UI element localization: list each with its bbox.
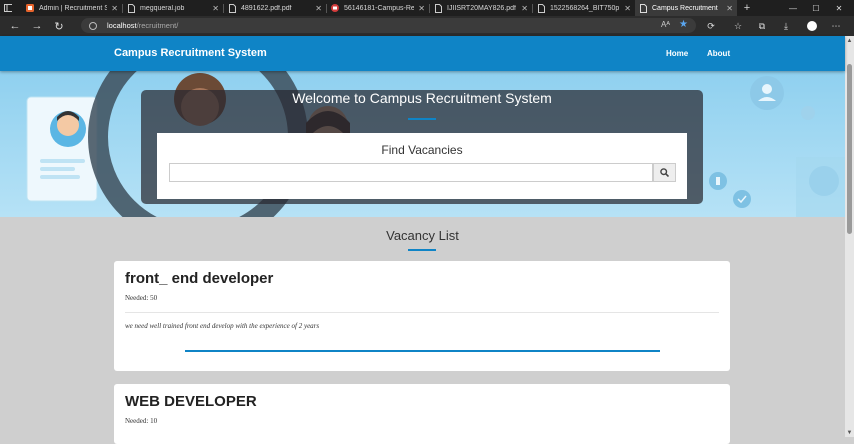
- tab-megqueral[interactable]: megqueral.job ✕: [123, 0, 223, 16]
- hero-banner: Welcome to Campus Recruitment System Fin…: [0, 71, 845, 217]
- scroll-down-icon[interactable]: ▼: [845, 428, 854, 437]
- close-icon[interactable]: ✕: [418, 4, 425, 13]
- vacancy-needed: Needed: 50: [125, 294, 158, 302]
- search-icon: [660, 168, 669, 177]
- downloads-button[interactable]: ⤓: [774, 16, 798, 36]
- hero-title: Welcome to Campus Recruitment System: [292, 90, 552, 106]
- collections-icon: ⧉: [758, 20, 766, 31]
- browser-tab-bar: Admin | Recruitment S ✕ megqueral.job ✕ …: [0, 0, 854, 16]
- vacancy-list-underline: [408, 249, 436, 251]
- card-divider: [125, 312, 719, 313]
- tab-label: 1522568264_BIT750p: [550, 4, 620, 12]
- file-icon: [434, 3, 442, 13]
- url-host: localhost: [107, 21, 137, 30]
- more-icon: ⋯: [831, 20, 841, 31]
- pdf-red-icon: [331, 4, 339, 13]
- favorites-button[interactable]: ☆: [726, 16, 750, 36]
- tab-label: Admin | Recruitment S: [39, 4, 108, 12]
- nav-home-link[interactable]: Home: [666, 49, 688, 58]
- menu-button[interactable]: ⋯: [824, 16, 848, 36]
- tab-campus-pdf[interactable]: 56146181-Campus-Re ✕: [327, 0, 429, 16]
- forward-button[interactable]: →: [26, 16, 48, 36]
- tab-ijiisrt[interactable]: IJIISRT20MAY826.pdf ✕: [430, 0, 532, 16]
- collections-button[interactable]: ⧉: [750, 16, 774, 36]
- tab-pdf-4891622[interactable]: 4891622.pdf.pdf ✕: [224, 0, 326, 16]
- close-icon: ✕: [835, 3, 843, 13]
- file-icon: [228, 3, 236, 13]
- close-icon[interactable]: ✕: [111, 4, 118, 13]
- site-brand[interactable]: Campus Recruitment System: [114, 47, 267, 59]
- vacancy-list-title: Vacancy List: [386, 228, 459, 243]
- file-icon: [639, 3, 647, 13]
- close-icon[interactable]: ✕: [521, 4, 528, 13]
- vacancy-needed: Needed: 10: [125, 417, 158, 425]
- tab-label: Campus Recruitment: [652, 4, 718, 12]
- extensions-button[interactable]: ⟳: [699, 16, 723, 36]
- close-icon[interactable]: ✕: [624, 4, 631, 13]
- find-vacancies-panel: Find Vacancies: [157, 133, 687, 199]
- url-field[interactable]: localhost/recruitment/ Aᴬ ★: [81, 18, 696, 33]
- minimize-button[interactable]: —: [782, 0, 804, 16]
- card-accent-bar: [185, 350, 660, 352]
- maximize-button[interactable]: ☐: [805, 0, 827, 16]
- vacancy-card[interactable]: WEB DEVELOPER Needed: 10: [114, 384, 730, 444]
- info-icon: [89, 21, 97, 30]
- close-icon[interactable]: ✕: [315, 4, 322, 13]
- close-icon[interactable]: ✕: [212, 4, 219, 13]
- hero-title-underline: [408, 118, 436, 120]
- extension-icon: ⟳: [707, 20, 715, 31]
- star-icon[interactable]: ★: [679, 19, 688, 30]
- page-scrollbar[interactable]: ▲ ▼: [845, 36, 854, 437]
- search-button[interactable]: [653, 163, 676, 182]
- refresh-icon: ↻: [54, 20, 64, 33]
- arrow-left-icon: ←: [9, 20, 21, 32]
- profile-button[interactable]: [800, 16, 824, 36]
- search-input[interactable]: [169, 163, 653, 182]
- avatar: [807, 21, 817, 31]
- tab-label: 56146181-Campus-Re: [344, 4, 415, 12]
- tab-label: megqueral.job: [140, 4, 185, 12]
- read-aloud-icon[interactable]: Aᴬ: [661, 20, 670, 29]
- tab-admin[interactable]: Admin | Recruitment S ✕: [22, 0, 122, 16]
- minimize-icon: —: [789, 3, 797, 13]
- tab-campus-recruitment[interactable]: Campus Recruitment ✕: [635, 0, 737, 16]
- vacancy-card[interactable]: front_ end developer Needed: 50 we need …: [114, 261, 730, 371]
- site-navbar: Campus Recruitment System Home About: [0, 36, 845, 71]
- favorites-icon: ☆: [733, 20, 743, 31]
- tab-label: 4891622.pdf.pdf: [241, 4, 292, 12]
- nav-about-link[interactable]: About: [707, 49, 730, 58]
- tab-actions-icon: [4, 4, 12, 13]
- download-icon: ⤓: [784, 20, 788, 31]
- scroll-thumb[interactable]: [847, 64, 852, 234]
- find-vacancies-title: Find Vacancies: [381, 143, 463, 157]
- close-window-button[interactable]: ✕: [828, 0, 850, 16]
- tab-bit750[interactable]: 1522568264_BIT750p ✕: [533, 0, 635, 16]
- scroll-up-icon[interactable]: ▲: [845, 36, 854, 45]
- vacancy-title[interactable]: front_ end developer: [125, 270, 273, 287]
- plus-icon: +: [743, 2, 751, 14]
- app-orange-icon: [26, 4, 34, 13]
- refresh-button[interactable]: ↻: [48, 16, 70, 36]
- arrow-right-icon: →: [31, 20, 43, 32]
- tab-label: IJIISRT20MAY826.pdf: [447, 4, 516, 12]
- back-button[interactable]: ←: [4, 16, 26, 36]
- tab-actions-button[interactable]: [0, 0, 22, 16]
- vacancy-title[interactable]: WEB DEVELOPER: [125, 393, 257, 410]
- url-path: /recruitment/: [136, 21, 179, 30]
- file-icon: [127, 3, 135, 13]
- new-tab-button[interactable]: +: [737, 0, 757, 16]
- file-icon: [537, 3, 545, 13]
- close-icon[interactable]: ✕: [726, 4, 733, 13]
- maximize-icon: ☐: [812, 3, 820, 13]
- vacancy-description: we need well trained front end develop w…: [125, 322, 320, 330]
